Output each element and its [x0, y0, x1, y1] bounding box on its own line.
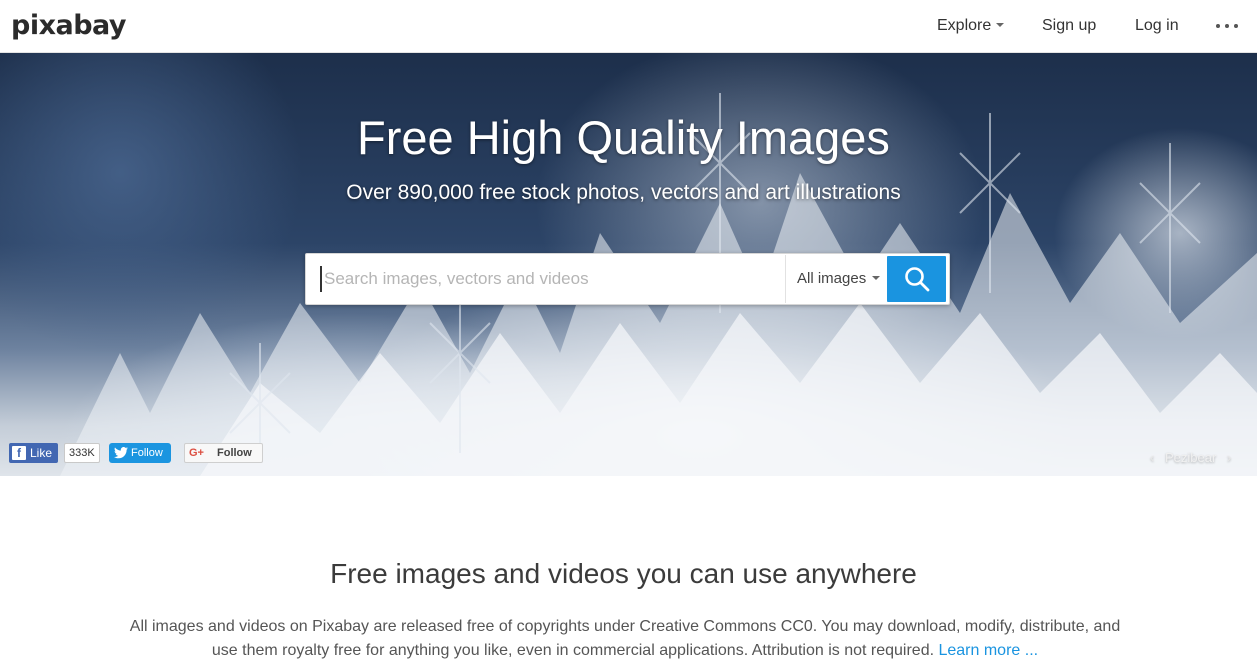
chevron-down-icon	[872, 276, 881, 280]
twitter-follow-button[interactable]: Follow	[109, 443, 171, 463]
facebook-icon: f	[12, 446, 26, 460]
search-bar: All images	[305, 253, 950, 305]
media-type-label: All images	[797, 270, 867, 287]
chevron-down-icon	[996, 23, 1005, 27]
section-heading: Free images and videos you can use anywh…	[330, 558, 917, 589]
chevron-left-icon[interactable]: ‹	[1150, 450, 1154, 465]
photographer-link[interactable]: Pezibear	[1165, 450, 1216, 465]
nav-explore-menu[interactable]: Explore	[937, 16, 1005, 36]
media-type-select[interactable]: All images	[785, 255, 887, 303]
nav-explore-label: Explore	[937, 17, 992, 34]
hero-subtitle: Over 890,000 free stock photos, vectors …	[346, 181, 901, 204]
facebook-like-count: 333K	[64, 443, 100, 463]
facebook-like-button[interactable]: f Like	[9, 443, 58, 463]
ellipsis-icon[interactable]	[1216, 24, 1238, 30]
twitter-bird-icon	[114, 447, 128, 459]
search-input[interactable]	[320, 266, 780, 292]
facebook-like-label: Like	[30, 446, 53, 460]
googleplus-icon: G+	[189, 447, 204, 459]
pixabay-logo[interactable]: pixabay	[11, 8, 127, 44]
nav-signup-link[interactable]: Sign up	[1042, 16, 1096, 36]
search-button[interactable]	[887, 256, 946, 302]
googleplus-follow-button[interactable]: G+ Follow	[184, 443, 263, 463]
search-icon	[905, 267, 930, 292]
chevron-right-icon[interactable]: ›	[1227, 450, 1231, 465]
top-navbar: pixabay Explore Sign up Log in	[0, 0, 1257, 53]
hero-title: Free High Quality Images	[357, 111, 890, 164]
twitter-follow-label: Follow	[131, 447, 163, 459]
nav-login-link[interactable]: Log in	[1135, 16, 1179, 36]
section-description: All images and videos on Pixabay are rel…	[120, 615, 1130, 663]
hero-banner: Free High Quality Images Over 890,000 fr…	[0, 53, 1257, 476]
googleplus-follow-label: Follow	[217, 447, 252, 459]
photo-credit: ‹ Pezibear ›	[1150, 450, 1231, 466]
learn-more-link[interactable]: Learn more ...	[938, 642, 1038, 659]
